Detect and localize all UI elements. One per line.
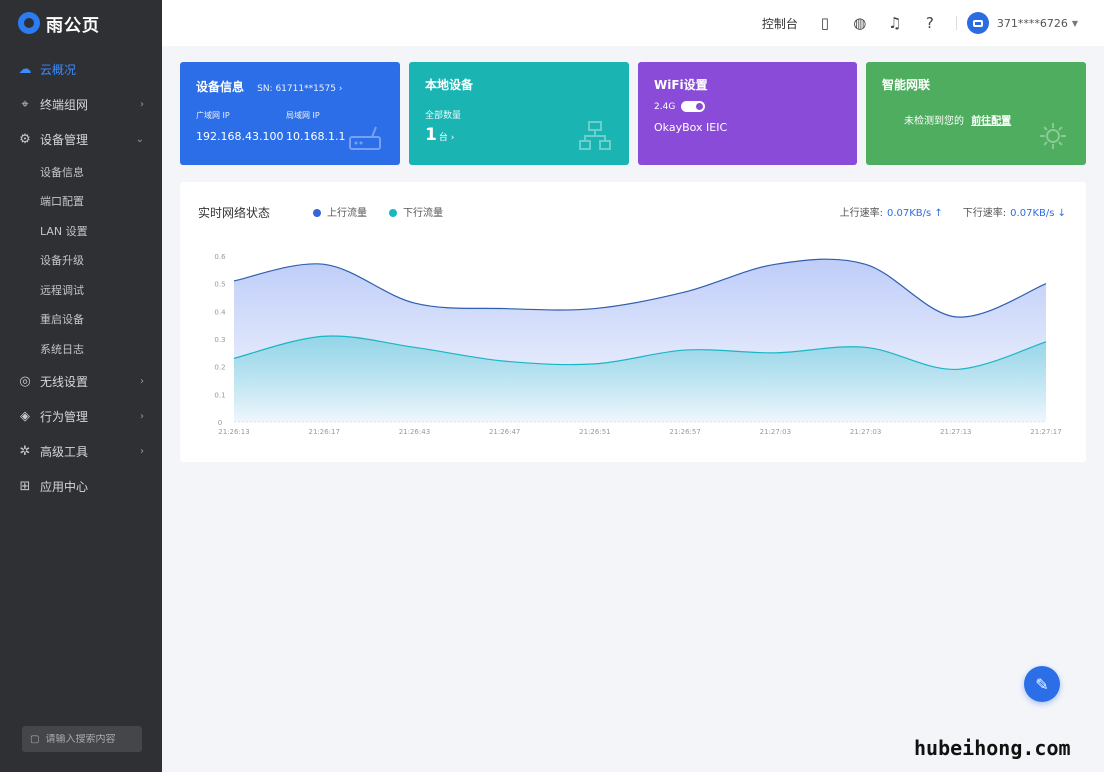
wan-ip-value: 192.168.43.100 (196, 130, 284, 143)
topology-icon (579, 121, 611, 150)
sidebar-search-input[interactable] (45, 733, 136, 745)
settings-icon: ⚙ (19, 132, 31, 147)
wifi-icon: ◎ (19, 373, 31, 389)
sidebar-item-label: 云概况 (40, 63, 77, 77)
smart-network-message: 未检测到您的 (904, 116, 964, 127)
x-tick-label: 21:26:51 (579, 428, 610, 436)
app-logo[interactable]: 雨公页 (0, 0, 162, 46)
device-count: 1 (425, 125, 437, 145)
x-tick-label: 21:27:17 (1030, 428, 1061, 436)
y-tick-label: 0 (218, 419, 222, 427)
sidebar-subitem-system-log[interactable]: 系统日志 (0, 334, 162, 364)
device-info-card[interactable]: 设备信息 SN: 61711**1575 › 广域网 IP 局域网 IP 192… (180, 62, 400, 165)
top-bar: 控制台 ▯ ◍ ♫ ? 371****6726 ▼ (162, 0, 1104, 46)
sidebar-search: ▢ (22, 726, 142, 752)
chevron-right-icon: › (140, 445, 144, 457)
apps-icon: ⊞ (19, 478, 31, 494)
sidebar: 雨公页 ☁ 云概况 ⌖ 终端组网 › ⚙ 设备管理 ⌄ 设备信息 端口配置 LA… (0, 0, 162, 772)
x-tick-label: 21:27:13 (940, 428, 971, 436)
wan-ip-label: 广域网 IP (196, 111, 230, 120)
x-tick-label: 21:26:13 (218, 428, 249, 436)
sidebar-item-overview[interactable]: ☁ 云概况 (0, 52, 162, 87)
sidebar-item-behavior[interactable]: ◈ 行为管理 › (0, 399, 162, 434)
lan-ip-label: 局域网 IP (286, 111, 320, 120)
summary-cards: 设备信息 SN: 61711**1575 › 广域网 IP 局域网 IP 192… (180, 62, 1086, 165)
x-tick-label: 21:26:43 (399, 428, 430, 436)
y-tick-label: 0.3 (214, 336, 225, 344)
device-count-label: 全部数量 (425, 111, 462, 121)
sidebar-nav: ☁ 云概况 ⌖ 终端组网 › ⚙ 设备管理 ⌄ 设备信息 端口配置 LAN 设置… (0, 52, 162, 504)
card-title: 智能网联 (882, 78, 931, 92)
sidebar-item-label: 无线设置 (40, 374, 89, 389)
chevron-down-icon: ⌄ (135, 134, 144, 145)
gear-icon (1040, 123, 1066, 149)
device-sn[interactable]: SN: 61711**1575 › (257, 84, 342, 94)
wifi-toggle[interactable] (681, 101, 706, 112)
configure-link[interactable]: 前往配置 (971, 116, 1011, 127)
watermark: hubeihong.com (914, 736, 1071, 760)
sidebar-item-label: 设备管理 (40, 133, 89, 147)
wifi-band: 2.4G (654, 101, 676, 112)
console-link[interactable]: 控制台 (762, 15, 798, 32)
sidebar-item-terminal-network[interactable]: ⌖ 终端组网 › (0, 87, 162, 122)
lan-ip-value: 10.168.1.1 (286, 130, 346, 143)
y-tick-label: 0.1 (214, 391, 225, 399)
sidebar-item-device-management[interactable]: ⚙ 设备管理 ⌄ (0, 122, 162, 157)
sidebar-item-label: 应用中心 (40, 479, 89, 494)
x-tick-label: 21:26:57 (669, 428, 700, 436)
help-icon[interactable]: ? (919, 12, 941, 34)
x-tick-label: 21:26:47 (489, 428, 520, 436)
local-devices-card[interactable]: 本地设备 全部数量 1台 › (409, 62, 629, 165)
x-tick-label: 21:27:03 (850, 428, 881, 436)
sidebar-item-label: 高级工具 (40, 444, 89, 459)
sidebar-item-label: 终端组网 (40, 98, 89, 112)
phone-icon[interactable]: ▯ (814, 12, 836, 34)
card-title: 本地设备 (425, 78, 474, 92)
sidebar-subitem-device-upgrade[interactable]: 设备升级 (0, 246, 162, 276)
chevron-right-icon: › (140, 375, 144, 387)
chevron-right-icon: › (140, 99, 144, 110)
theme-icon[interactable]: ◍ (849, 12, 871, 34)
y-tick-label: 0.4 (214, 308, 226, 316)
device-count-unit[interactable]: 台 › (439, 133, 454, 143)
chevron-down-icon[interactable]: ▼ (1072, 19, 1078, 28)
sidebar-subitem-device-info[interactable]: 设备信息 (0, 157, 162, 187)
search-icon: ▢ (30, 733, 40, 745)
avatar[interactable] (966, 12, 989, 34)
sidebar-subitem-remote-debug[interactable]: 远程调试 (0, 275, 162, 305)
wifi-ssid: OkayBox IEIC (654, 121, 728, 134)
y-tick-label: 0.2 (214, 364, 225, 372)
traffic-chart: 0.6 0.5 0.4 0.3 0.2 0.1 021:26:13 21:26:17 21:26… (214, 253, 1061, 436)
bell-icon[interactable]: ♫ (884, 12, 906, 34)
logo-text: 雨公页 (46, 15, 100, 36)
wifi-settings-card[interactable]: WiFi设置 2.4G OkayBox IEIC (638, 62, 857, 165)
smart-network-card[interactable]: 智能网联 未检测到您的 前往配置 (866, 62, 1086, 165)
network-status-panel: 实时网络状态 上行流量 下行流量 上行速率: 0.07KB/s ↑ 下行速率: 0.… (180, 182, 1086, 462)
sidebar-subitem-port-config[interactable]: 端口配置 (0, 187, 162, 217)
sidebar-item-label: 行为管理 (40, 409, 89, 424)
y-tick-label: 0.5 (214, 281, 225, 289)
sidebar-item-tools[interactable]: ✲ 高级工具 › (0, 434, 162, 469)
card-title: WiFi设置 (654, 78, 708, 92)
tool-icon: ✲ (19, 443, 31, 459)
router-icon (349, 126, 381, 150)
logo-icon (18, 12, 40, 34)
x-tick-label: 21:26:17 (308, 428, 339, 436)
network-icon: ⌖ (21, 97, 29, 112)
y-tick-label: 0.6 (214, 253, 226, 261)
sidebar-item-apps[interactable]: ⊞ 应用中心 (0, 469, 162, 504)
sidebar-subitem-reboot[interactable]: 重启设备 (0, 305, 162, 335)
chevron-right-icon: › (140, 410, 144, 422)
card-title: 设备信息 (196, 80, 245, 94)
user-name[interactable]: 371****6726 (997, 17, 1068, 30)
sidebar-item-wireless[interactable]: ◎ 无线设置 › (0, 364, 162, 399)
feedback-button[interactable]: ✎ (1024, 666, 1060, 702)
cloud-icon: ☁ (18, 62, 32, 77)
sidebar-subitem-lan-settings[interactable]: LAN 设置 (0, 216, 162, 246)
x-tick-label: 21:27:03 (760, 428, 791, 436)
divider (955, 16, 957, 30)
behavior-icon: ◈ (20, 408, 30, 424)
